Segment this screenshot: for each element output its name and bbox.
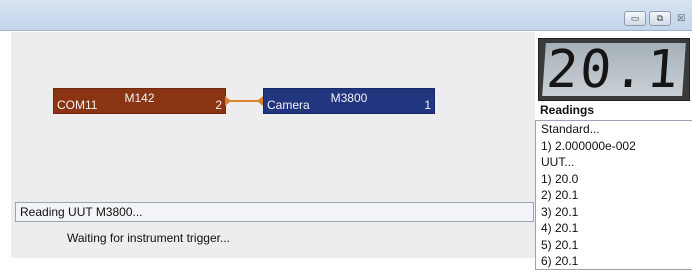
block-port-label: COM11 bbox=[57, 98, 98, 112]
list-item[interactable]: 4) 20.1 bbox=[536, 220, 692, 237]
list-item[interactable]: 2) 20.1 bbox=[536, 187, 692, 204]
meter-display: 20.1 bbox=[538, 38, 690, 101]
list-item[interactable]: 6) 20.1 bbox=[536, 253, 692, 269]
block-port-number: 1 bbox=[424, 98, 431, 112]
block-port-label: Camera bbox=[267, 98, 310, 112]
status-sub-message: Waiting for instrument trigger... bbox=[67, 231, 230, 245]
list-item[interactable]: 5) 20.1 bbox=[536, 237, 692, 254]
lcd-readout: 20.1 bbox=[542, 43, 686, 96]
list-item[interactable]: 1) 20.0 bbox=[536, 171, 692, 188]
diagram-canvas: M142 COM11 2 M3800 Camera 1 bbox=[11, 32, 535, 258]
list-item[interactable]: UUT... bbox=[536, 154, 692, 171]
readings-title: Readings bbox=[540, 103, 595, 117]
status-message: Reading UUT M3800... bbox=[20, 205, 143, 219]
list-item[interactable]: Standard... bbox=[536, 121, 692, 138]
minimize-button[interactable]: ▭ bbox=[624, 11, 646, 26]
instrument-block-m142[interactable]: M142 COM11 2 bbox=[53, 88, 226, 114]
list-item[interactable]: 3) 20.1 bbox=[536, 204, 692, 221]
restore-icon: ⧉ bbox=[656, 13, 664, 24]
block-port-number: 2 bbox=[215, 98, 222, 112]
status-message-bar: Reading UUT M3800... bbox=[15, 202, 534, 222]
instrument-block-m3800[interactable]: M3800 Camera 1 bbox=[263, 88, 435, 114]
restore-button[interactable]: ⧉ bbox=[649, 11, 671, 26]
window-controls: ▭ ⧉ ☒ bbox=[624, 11, 688, 27]
readings-list[interactable]: Standard... 1) 2.000000e-002 UUT... 1) 2… bbox=[535, 120, 692, 270]
close-button[interactable]: ☒ bbox=[674, 11, 688, 26]
minimize-icon: ▭ bbox=[630, 13, 640, 24]
title-bar: ▭ ⧉ ☒ bbox=[0, 0, 692, 31]
list-item[interactable]: 1) 2.000000e-002 bbox=[536, 138, 692, 155]
close-icon: ☒ bbox=[676, 13, 686, 24]
output-port-arrow-icon bbox=[225, 96, 231, 106]
